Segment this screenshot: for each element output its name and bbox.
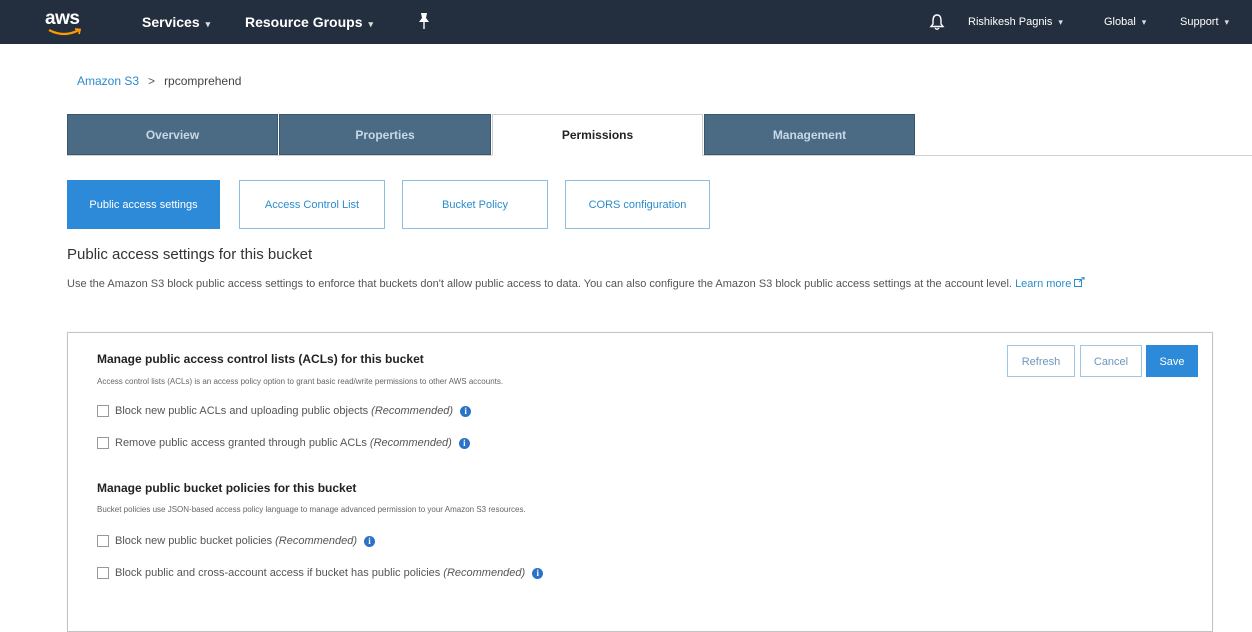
option-label: Block public and cross-account access if… — [115, 567, 441, 579]
resource-groups-label: Resource Groups — [245, 14, 363, 30]
recommended-tag: (Recommended) — [369, 437, 452, 449]
support-label: Support — [1180, 16, 1219, 28]
chevron-down-icon: ▾ — [368, 19, 374, 29]
cancel-button[interactable]: Cancel — [1080, 345, 1142, 377]
policies-subtext: Bucket policies use JSON-based access po… — [97, 505, 526, 514]
option-block-new-public-policies: Block new public bucket policies (Recomm… — [97, 533, 376, 549]
info-icon[interactable]: i — [364, 535, 376, 547]
remove-public-acl-access-checkbox[interactable] — [97, 437, 109, 449]
chevron-down-icon: ▾ — [1058, 17, 1063, 27]
support-menu[interactable]: Support ▾ — [1180, 0, 1229, 44]
subtab-bucket-policy[interactable]: Bucket Policy — [402, 180, 548, 229]
tab-management[interactable]: Management — [704, 114, 915, 155]
tab-properties[interactable]: Properties — [279, 114, 491, 155]
block-new-public-policies-checkbox[interactable] — [97, 535, 109, 547]
learn-more-label: Learn more — [1015, 278, 1072, 290]
description-text: Use the Amazon S3 block public access se… — [67, 278, 1012, 290]
region-label: Global — [1104, 16, 1136, 28]
aws-smile-icon — [48, 28, 82, 36]
chevron-down-icon: ▾ — [1224, 17, 1230, 27]
breadcrumb-current-bucket: rpcomprehend — [164, 74, 242, 88]
services-label: Services — [142, 14, 200, 30]
option-label: Remove public access granted through pub… — [115, 437, 367, 449]
top-navigation-bar: aws Services ▾ Resource Groups ▾ Rishikesh… — [0, 0, 1252, 44]
user-menu[interactable]: Rishikesh Pagnis ▾ — [968, 0, 1063, 44]
acls-heading: Manage public access control lists (ACLs… — [97, 352, 424, 366]
pin-icon[interactable] — [418, 12, 430, 30]
region-menu[interactable]: Global ▾ — [1104, 0, 1146, 44]
option-block-new-public-acls: Block new public ACLs and uploading publ… — [97, 403, 472, 419]
breadcrumb: Amazon S3 > rpcomprehend — [77, 74, 241, 88]
tab-overview[interactable]: Overview — [67, 114, 278, 155]
subtab-access-control-list[interactable]: Access Control List — [239, 180, 385, 229]
breadcrumb-separator: > — [148, 74, 156, 88]
notification-bell-icon[interactable] — [929, 13, 945, 31]
block-cross-account-access-checkbox[interactable] — [97, 567, 109, 579]
breadcrumb-amazon-s3[interactable]: Amazon S3 — [77, 74, 139, 88]
section-description: Use the Amazon S3 block public access se… — [67, 276, 1207, 292]
chevron-down-icon: ▾ — [205, 19, 211, 29]
info-icon[interactable]: i — [532, 567, 544, 579]
resource-groups-menu[interactable]: Resource Groups ▾ — [245, 0, 373, 44]
aws-logo-text: aws — [45, 8, 80, 29]
policies-heading: Manage public bucket policies for this b… — [97, 481, 357, 495]
tab-permissions[interactable]: Permissions — [492, 114, 703, 156]
recommended-tag: (Recommended) — [275, 535, 358, 547]
refresh-button[interactable]: Refresh — [1007, 345, 1075, 377]
aws-logo[interactable]: aws — [45, 8, 89, 38]
chevron-down-icon: ▾ — [1141, 17, 1147, 27]
acls-subtext: Access control lists (ACLs) is an access… — [97, 377, 504, 386]
learn-more-link[interactable]: Learn more — [1015, 276, 1085, 290]
block-new-public-acls-checkbox[interactable] — [97, 405, 109, 417]
option-block-cross-account-access: Block public and cross-account access if… — [97, 565, 544, 581]
option-remove-public-acl-access: Remove public access granted through pub… — [97, 435, 470, 451]
save-button[interactable]: Save — [1146, 345, 1198, 377]
option-label: Block new public bucket policies — [115, 535, 273, 547]
recommended-tag: (Recommended) — [443, 567, 526, 579]
services-menu[interactable]: Services ▾ — [142, 0, 210, 44]
section-title: Public access settings for this bucket — [67, 246, 313, 263]
recommended-tag: (Recommended) — [371, 405, 454, 417]
user-name: Rishikesh Pagnis — [968, 16, 1053, 28]
subtab-public-access-settings[interactable]: Public access settings — [67, 180, 220, 229]
external-link-icon — [1074, 276, 1085, 287]
option-label: Block new public ACLs and uploading publ… — [115, 405, 369, 417]
info-icon[interactable]: i — [458, 437, 470, 449]
subtab-cors-configuration[interactable]: CORS configuration — [565, 180, 710, 229]
info-icon[interactable]: i — [460, 405, 472, 417]
